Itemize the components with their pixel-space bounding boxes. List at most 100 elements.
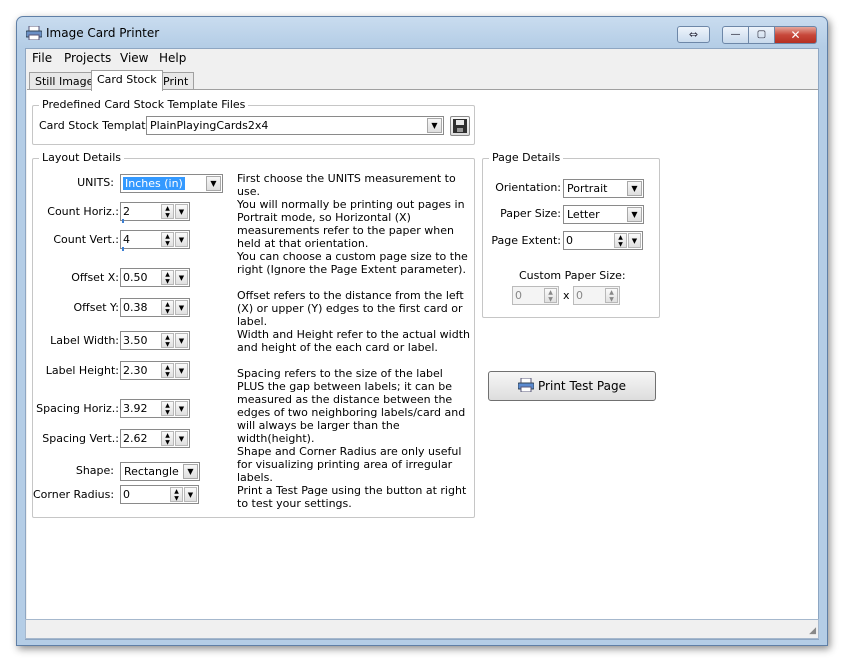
updown-icon[interactable]: ▲ ▼	[161, 270, 174, 285]
corner-radius-label: Corner Radius:	[33, 488, 115, 501]
help-spacing: Spacing refers to the size of the label …	[237, 367, 466, 445]
scroll-indicator	[122, 219, 124, 223]
updown-icon[interactable]: ▲ ▼	[161, 232, 174, 247]
offset-x-value: 0.50	[123, 271, 148, 284]
chevron-down-icon[interactable]: ▼	[206, 176, 221, 191]
floppy-disk-icon	[453, 119, 467, 133]
label-width-value: 3.50	[123, 334, 148, 347]
units-select[interactable]: Inches (in) ▼	[120, 174, 223, 193]
label-height-label: Label Height:	[45, 364, 119, 377]
units-select-value: Inches (in)	[123, 177, 185, 190]
title-bar[interactable]: Image Card Printer ⇔ — ▢ ✕	[17, 17, 827, 49]
paper-size-label: Paper Size:	[500, 207, 561, 220]
chevron-down-icon[interactable]: ▼	[427, 118, 442, 133]
chevron-down-icon[interactable]: ▼	[627, 207, 642, 222]
chevron-down-icon[interactable]: ▼	[175, 204, 188, 219]
help-offset: Offset refers to the distance from the l…	[237, 289, 464, 328]
page-extent-stepper[interactable]: 0 ▲ ▼ ▼	[563, 231, 643, 250]
paper-size-select[interactable]: Letter ▼	[563, 205, 644, 224]
window-title: Image Card Printer	[46, 26, 160, 40]
label-width-label: Label Width:	[50, 334, 119, 347]
chevron-down-icon[interactable]: ▼	[175, 270, 188, 285]
chevron-down-icon[interactable]: ▼	[175, 333, 188, 348]
resize-grip-icon[interactable]: ◢	[809, 626, 816, 636]
updown-icon[interactable]: ▲ ▼	[161, 300, 174, 315]
tab-card-stock[interactable]: Card Stock	[91, 70, 163, 91]
offset-x-label: Offset X:	[71, 271, 119, 284]
label-height-stepper[interactable]: 2.30 ▲ ▼ ▼	[120, 361, 190, 380]
chevron-down-icon[interactable]: ▼	[175, 300, 188, 315]
help-page-size: You can choose a custom page size to the…	[237, 250, 468, 276]
chevron-down-icon[interactable]: ▼	[184, 487, 197, 502]
size-separator: x	[563, 289, 570, 302]
print-test-page-button[interactable]: Print Test Page	[488, 371, 656, 401]
page-extent-label: Page Extent:	[491, 234, 561, 247]
paper-size-value: Letter	[567, 208, 600, 221]
help-units: First choose the UNITS measurement to us…	[237, 172, 456, 198]
chevron-down-icon[interactable]: ▼	[183, 464, 198, 479]
menu-file[interactable]: File	[32, 51, 52, 65]
minimize-button[interactable]: —	[722, 26, 749, 44]
corner-radius-stepper[interactable]: 0 ▲ ▼ ▼	[120, 485, 199, 504]
updown-icon[interactable]: ▲ ▼	[614, 233, 627, 248]
save-template-button[interactable]	[450, 116, 470, 136]
menu-bar: File Projects View Help	[26, 49, 818, 68]
count-horiz-label: Count Horiz.:	[47, 205, 119, 218]
close-button[interactable]: ✕	[774, 26, 817, 44]
template-label: Card Stock Template:	[39, 119, 157, 132]
chevron-down-icon[interactable]: ▼	[175, 431, 188, 446]
print-test-page-label: Print Test Page	[538, 379, 626, 393]
maximize-button[interactable]: ▢	[748, 26, 775, 44]
scroll-indicator	[122, 247, 124, 251]
updown-icon[interactable]: ▲ ▼	[161, 431, 174, 446]
layout-group-title: Layout Details	[39, 151, 125, 164]
shape-select[interactable]: Rectangle ▼	[120, 462, 200, 481]
template-select[interactable]: PlainPlayingCards2x4 ▼	[146, 116, 444, 135]
updown-icon[interactable]: ▲ ▼	[161, 204, 174, 219]
updown-icon[interactable]: ▲ ▼	[544, 288, 557, 303]
custom-width-stepper[interactable]: 0 ▲ ▼	[512, 286, 559, 305]
help-print-test: Print a Test Page using the button at ri…	[237, 484, 467, 510]
shape-select-value: Rectangle	[124, 465, 179, 478]
chevron-down-icon[interactable]: ▼	[175, 401, 188, 416]
spacing-horiz-stepper[interactable]: 3.92 ▲ ▼ ▼	[120, 399, 190, 418]
chevron-down-icon[interactable]: ▼	[627, 181, 642, 196]
count-vert-label: Count Vert.:	[53, 233, 119, 246]
count-horiz-value: 2	[123, 205, 130, 218]
tab-strip: Still Images Card Stock Print	[26, 70, 818, 91]
spacing-horiz-label: Spacing Horiz.:	[36, 402, 119, 415]
help-size: Width and Height refer to the actual wid…	[237, 328, 470, 354]
menu-help[interactable]: Help	[159, 51, 186, 65]
count-vert-stepper[interactable]: 4 ▲ ▼ ▼	[120, 230, 190, 251]
label-width-stepper[interactable]: 3.50 ▲ ▼ ▼	[120, 331, 190, 350]
chevron-down-icon[interactable]: ▼	[628, 233, 641, 248]
menu-view[interactable]: View	[120, 51, 148, 65]
template-group: Predefined Card Stock Template Files Car…	[32, 98, 475, 145]
orientation-select[interactable]: Portrait ▼	[563, 179, 644, 198]
spacing-vert-value: 2.62	[123, 432, 148, 445]
page-group: Page Details Orientation: Portrait ▼ Pap…	[482, 151, 660, 318]
updown-icon[interactable]: ▲ ▼	[161, 333, 174, 348]
offset-y-label: Offset Y:	[73, 301, 119, 314]
count-horiz-stepper[interactable]: 2 ▲ ▼ ▼	[120, 202, 190, 223]
updown-icon[interactable]: ▲ ▼	[161, 401, 174, 416]
chevron-down-icon[interactable]: ▼	[175, 232, 188, 247]
custom-height-stepper[interactable]: 0 ▲ ▼	[573, 286, 620, 305]
template-group-title: Predefined Card Stock Template Files	[39, 98, 249, 111]
template-select-value: PlainPlayingCards2x4	[150, 119, 269, 132]
layout-group: Layout Details UNITS: Inches (in) ▼ Coun…	[32, 151, 475, 518]
help-orientation: You will normally be printing out pages …	[237, 198, 465, 250]
chevron-down-icon[interactable]: ▼	[175, 363, 188, 378]
offset-y-stepper[interactable]: 0.38 ▲ ▼ ▼	[120, 298, 190, 317]
menu-projects[interactable]: Projects	[64, 51, 111, 65]
offset-x-stepper[interactable]: 0.50 ▲ ▼ ▼	[120, 268, 190, 287]
card-stock-page: Predefined Card Stock Template Files Car…	[27, 89, 818, 635]
shape-label: Shape:	[75, 464, 114, 477]
updown-icon[interactable]: ▲ ▼	[170, 487, 183, 502]
updown-icon[interactable]: ▲ ▼	[605, 288, 618, 303]
spacing-vert-stepper[interactable]: 2.62 ▲ ▼ ▼	[120, 429, 190, 448]
updown-icon[interactable]: ▲ ▼	[161, 363, 174, 378]
restore-size-button[interactable]: ⇔	[677, 26, 710, 43]
custom-width-value: 0	[515, 289, 522, 302]
printer-app-icon	[26, 26, 42, 40]
